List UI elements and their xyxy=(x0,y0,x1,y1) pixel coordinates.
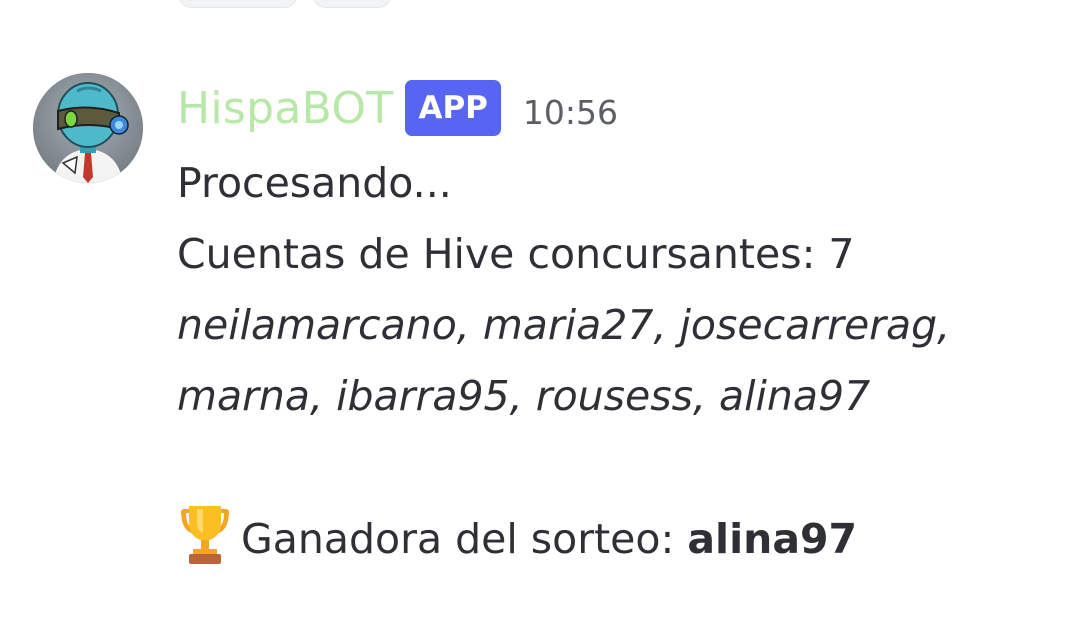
avatar[interactable] xyxy=(33,73,143,183)
accounts-heading: Cuentas de Hive concursantes: 7 xyxy=(177,230,855,278)
chat-message: HispaBOT APP 10:56 Procesando... Cuentas… xyxy=(0,0,1080,620)
winner-name: alina97 xyxy=(687,515,858,563)
trophy-icon xyxy=(181,506,229,564)
winner-label: Ganadora del sorteo: xyxy=(241,515,675,563)
message-header: HispaBOT APP 10:56 xyxy=(177,78,618,138)
app-badge: APP xyxy=(405,80,501,136)
status-line: Procesando... xyxy=(177,159,452,207)
timestamp[interactable]: 10:56 xyxy=(523,93,618,132)
robot-avatar-icon xyxy=(33,73,143,183)
winner-line: Ganadora del sorteo: alina97 xyxy=(177,503,1057,575)
message-content: Procesando... Cuentas de Hive concursant… xyxy=(177,148,1057,575)
author-name[interactable]: HispaBOT xyxy=(177,83,393,134)
accounts-list: neilamarcano, maria27, josecarrerag, mar… xyxy=(177,301,951,420)
